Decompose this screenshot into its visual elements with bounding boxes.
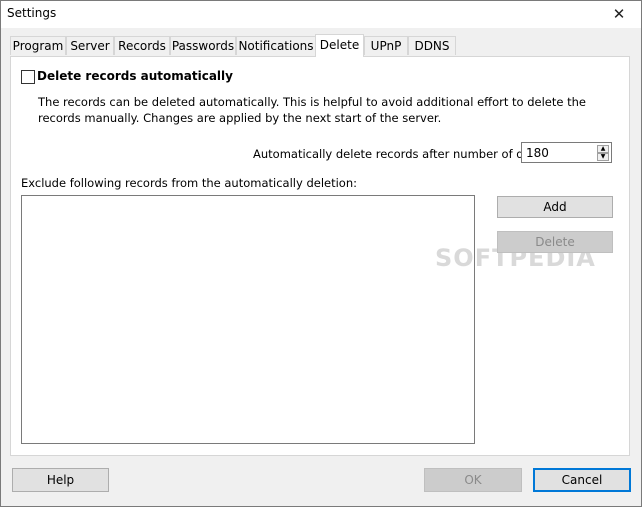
spin-up-icon[interactable]: ▲	[597, 145, 609, 153]
exclude-records-list[interactable]	[21, 195, 475, 444]
delete-button[interactable]: Delete	[497, 231, 613, 253]
delete-panel: Delete records automatically The records…	[10, 56, 630, 456]
tab-notifications[interactable]: Notifications	[236, 36, 316, 55]
settings-window: Settings ✕ Program Server Records Passwo…	[0, 0, 642, 507]
auto-delete-checkbox[interactable]	[21, 70, 35, 84]
days-value[interactable]: 180	[526, 146, 549, 160]
window-title: Settings	[7, 6, 57, 20]
description-text: The records can be deleted automatically…	[38, 95, 586, 125]
days-spinbox[interactable]: 180 ▲ ▼	[521, 142, 612, 163]
close-icon[interactable]: ✕	[597, 1, 641, 28]
tab-upnp[interactable]: UPnP	[364, 36, 408, 55]
tab-ddns[interactable]: DDNS	[408, 36, 456, 55]
title-bar: Settings ✕	[1, 1, 641, 28]
add-button[interactable]: Add	[497, 196, 613, 218]
tab-server[interactable]: Server	[66, 36, 114, 55]
tab-delete[interactable]: Delete	[315, 34, 364, 57]
exclude-label: Exclude following records from the autom…	[21, 176, 357, 190]
tab-program[interactable]: Program	[10, 36, 66, 55]
days-label: Automatically delete records after numbe…	[253, 147, 548, 161]
tab-passwords[interactable]: Passwords	[170, 36, 236, 55]
tab-records[interactable]: Records	[114, 36, 170, 55]
cancel-button[interactable]: Cancel	[533, 468, 631, 492]
auto-delete-label[interactable]: Delete records automatically	[37, 69, 233, 83]
help-button[interactable]: Help	[12, 468, 109, 492]
spin-down-icon[interactable]: ▼	[597, 153, 609, 161]
ok-button[interactable]: OK	[424, 468, 522, 492]
